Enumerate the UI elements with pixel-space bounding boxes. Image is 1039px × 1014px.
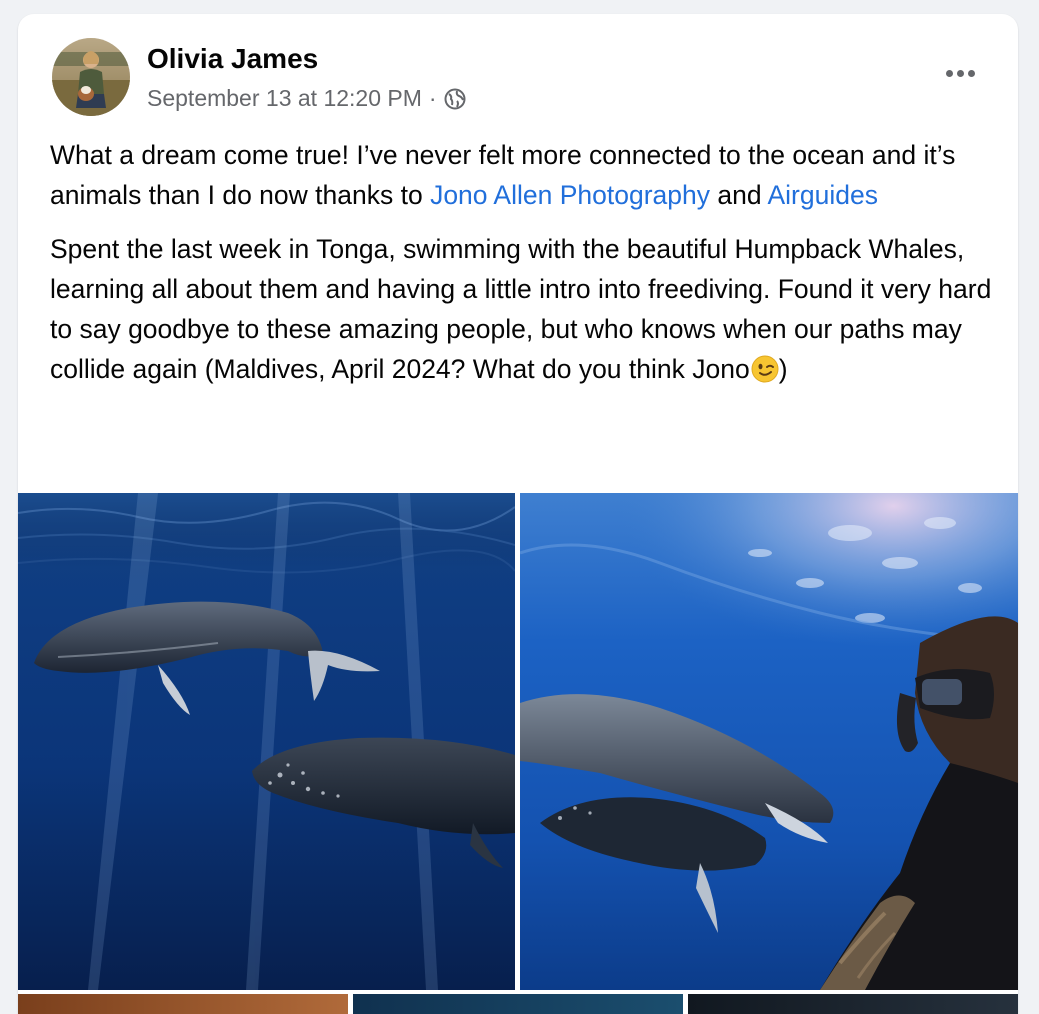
more-dot xyxy=(945,69,953,77)
post-timestamp[interactable]: September 13 at 12:20 PM xyxy=(147,85,422,112)
post-paragraph-2: Spent the last week in Tonga, swimming w… xyxy=(50,229,1000,389)
meta-separator: · xyxy=(428,85,437,111)
winking-face-emoji xyxy=(751,354,779,383)
post-card: Olivia James September 13 at 12:20 PM · … xyxy=(18,14,1018,1014)
post-paragraph-1: What a dream come true! I’ve never felt … xyxy=(50,135,1000,215)
paragraph-2-close: ) xyxy=(778,354,788,384)
more-dot xyxy=(956,69,964,77)
globe-icon[interactable] xyxy=(444,88,466,110)
airguides-link[interactable]: Airguides xyxy=(767,180,877,210)
jono-allen-photography-link[interactable]: Jono Allen Photography xyxy=(430,180,710,210)
more-dot xyxy=(967,69,975,77)
post-message: What a dream come true! I’ve never felt … xyxy=(50,135,1000,403)
photo-thumbnail-1[interactable] xyxy=(18,994,348,1014)
author-name[interactable]: Olivia James xyxy=(147,43,318,75)
photo-thumbnail-2[interactable] xyxy=(353,994,683,1014)
more-options-icon[interactable] xyxy=(938,58,982,88)
post-meta: September 13 at 12:20 PM · xyxy=(147,85,466,112)
photo-thumbnail-3[interactable] xyxy=(688,994,1018,1014)
whales-underwater-photo[interactable] xyxy=(18,493,515,990)
snorkeler-with-whales-photo[interactable] xyxy=(520,493,1018,990)
paragraph-2-text: Spent the last week in Tonga, swimming w… xyxy=(50,234,992,384)
paragraph-1-connector: and xyxy=(710,180,768,210)
author-avatar[interactable] xyxy=(52,38,130,116)
